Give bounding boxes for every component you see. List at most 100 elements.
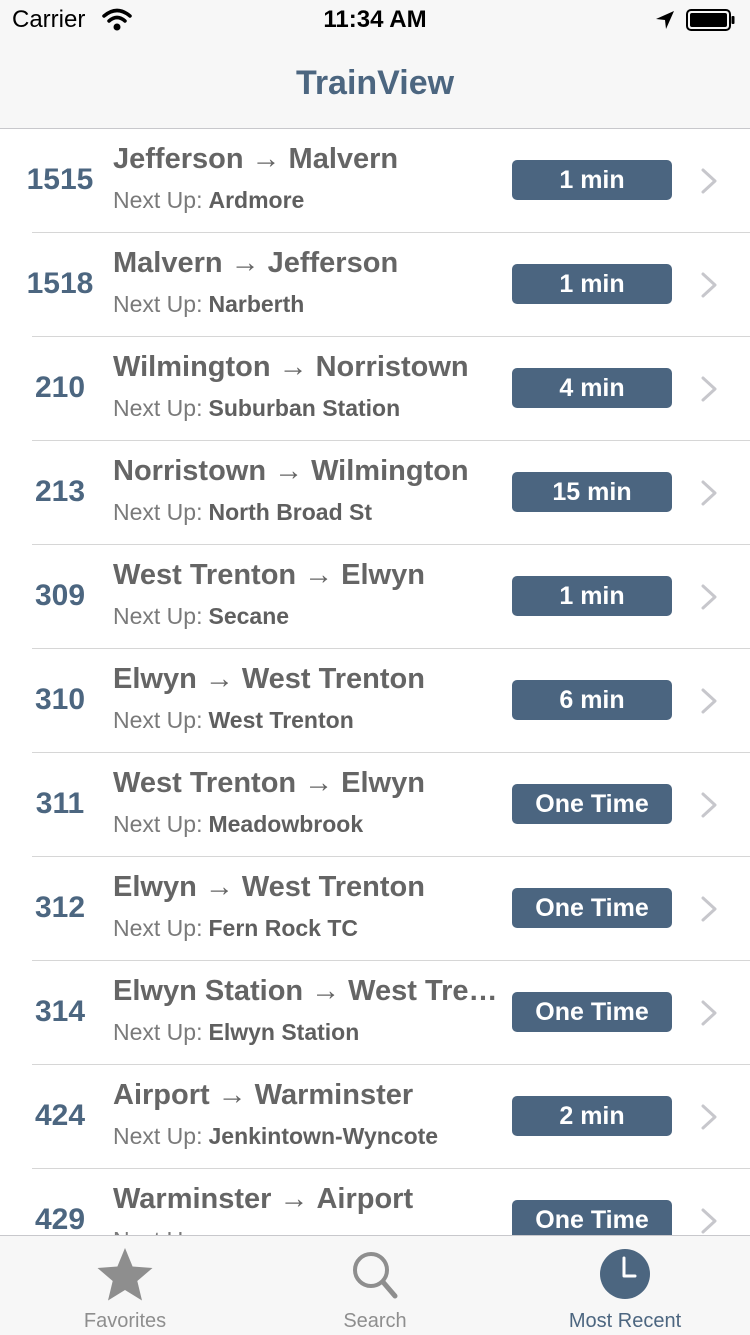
next-stop-label: Next Up:	[113, 1227, 202, 1235]
route-origin: Elwyn Station	[113, 975, 304, 1007]
next-stop: Next Up: Secane	[113, 603, 289, 630]
next-stop: Next Up: Elwyn Station	[113, 1019, 359, 1046]
chevron-right-icon	[701, 792, 717, 818]
next-stop: Next Up: West Trenton	[113, 707, 354, 734]
route-arrow-icon: →	[204, 871, 234, 903]
status-badge: 2 min	[512, 1096, 672, 1136]
status-badge: One Time	[512, 1200, 672, 1235]
status-badge: 1 min	[512, 576, 672, 616]
next-stop: Next Up: Jenkintown-Wyncote	[113, 1123, 438, 1150]
next-stop-label: Next Up:	[113, 603, 203, 629]
next-stop-value: Jenkintown-Wyncote	[208, 1123, 439, 1149]
train-route: Malvern → Jefferson	[113, 247, 498, 280]
route-destination: Wilmington	[311, 455, 469, 487]
chevron-right-icon	[701, 480, 717, 506]
next-stop: Next Up: Fern Rock TC	[113, 915, 358, 942]
route-destination: Jefferson	[267, 247, 399, 279]
train-row[interactable]: 310 Elwyn → West Trenton Next Up: West Trento…	[0, 649, 750, 753]
route-origin: Airport	[113, 1079, 210, 1111]
route-origin: Norristown	[113, 455, 267, 487]
status-badge: One Time	[512, 784, 672, 824]
location-arrow-icon	[656, 11, 674, 29]
train-row[interactable]: 309 West Trenton → Elwyn Next Up: Secane 1 min	[0, 545, 750, 649]
route-destination: West Trenton	[241, 871, 425, 903]
route-destination: Airport	[316, 1183, 414, 1215]
train-row[interactable]: 311 West Trenton → Elwyn Next Up: Meadowbrook…	[0, 753, 750, 857]
train-number: 311	[35, 787, 85, 820]
next-stop-value: North Broad St	[208, 499, 373, 525]
train-number: 429	[34, 1203, 86, 1235]
status-bar: Carrier 11:34 AM	[0, 0, 750, 40]
train-route: Wilmington → Norristown	[113, 351, 498, 384]
train-route: West Trenton → Elwyn	[113, 767, 498, 800]
search-icon	[353, 1252, 398, 1299]
tab-favorites[interactable]: Favorites	[0, 1236, 250, 1335]
route-arrow-icon: →	[230, 247, 260, 279]
next-stop-label: Next Up:	[113, 395, 203, 421]
route-origin: Malvern	[113, 247, 223, 279]
train-row[interactable]: 1518 Malvern → Jefferson Next Up: Narberth 1 m…	[0, 233, 750, 337]
train-row[interactable]: 312 Elwyn → West Trenton Next Up: Fern Rock T…	[0, 857, 750, 961]
next-stop-label: Next Up:	[113, 915, 203, 941]
route-origin: West Trenton	[113, 767, 297, 799]
tab-label: Most Recent	[568, 1310, 682, 1332]
star-icon	[97, 1248, 153, 1301]
route-destination: West Tren...	[348, 975, 498, 1007]
next-stop-value: Ardmore	[208, 187, 305, 213]
clock-icon	[600, 1249, 650, 1299]
train-number: 1518	[26, 267, 94, 300]
train-number: 213	[34, 475, 86, 508]
train-route: Norristown → Wilmington	[113, 455, 498, 488]
train-number: 309	[34, 579, 86, 612]
chevron-right-icon	[701, 896, 717, 922]
next-stop-label: Next Up:	[113, 187, 203, 213]
next-stop-label: Next Up:	[113, 707, 203, 733]
chevron-right-icon	[701, 1000, 717, 1026]
next-stop-value: Meadowbrook	[208, 811, 364, 837]
route-origin: Elwyn	[113, 871, 197, 903]
status-badge: 6 min	[512, 680, 672, 720]
train-route: Elwyn → West Trenton	[113, 871, 498, 904]
chevron-right-icon	[701, 584, 717, 610]
route-destination: Warminster	[254, 1079, 414, 1111]
train-route: Warminster → Airport	[113, 1183, 498, 1216]
tab-bar: Favorites Search Most Recent	[0, 1235, 750, 1335]
route-arrow-icon: →	[278, 351, 308, 383]
status-badge: 1 min	[512, 264, 672, 304]
route-origin: West Trenton	[113, 559, 297, 591]
train-route: West Trenton → Elwyn	[113, 559, 498, 592]
next-stop-value: Suburban Station	[208, 395, 401, 421]
train-number: 312	[34, 891, 86, 924]
train-number: 210	[34, 371, 86, 404]
train-list[interactable]: 1515 Jefferson → Malvern Next Up: Ardmore 1 mi…	[0, 129, 750, 1235]
clock-time: 11:34 AM	[323, 6, 427, 33]
status-badge: 1 min	[512, 160, 672, 200]
route-destination: Elwyn	[341, 767, 425, 799]
route-origin: Wilmington	[113, 351, 271, 383]
train-row[interactable]: 210 Wilmington → Norristown Next Up: Suburban…	[0, 337, 750, 441]
train-row[interactable]: 1515 Jefferson → Malvern Next Up: Ardmore 1 mi…	[0, 129, 750, 233]
train-row[interactable]: 213 Norristown → Wilmington Next Up: North Br…	[0, 441, 750, 545]
chevron-right-icon	[701, 168, 717, 194]
route-destination: Norristown	[315, 351, 469, 383]
tab-most-recent[interactable]: Most Recent	[500, 1236, 750, 1335]
next-stop: Next Up:	[113, 1227, 208, 1235]
train-number: 314	[34, 995, 86, 1028]
status-badge: One Time	[512, 888, 672, 928]
route-arrow-icon: →	[204, 663, 234, 695]
train-row[interactable]: 314 Elwyn Station → West Tren... Next Up: Elw…	[0, 961, 750, 1065]
chevron-right-icon	[701, 272, 717, 298]
train-row[interactable]: 424 Airport → Warminster Next Up: Jenkintown-…	[0, 1065, 750, 1169]
next-stop: Next Up: Narberth	[113, 291, 304, 318]
next-stop-label: Next Up:	[113, 499, 203, 525]
tab-search[interactable]: Search	[250, 1236, 500, 1335]
tab-label: Search	[343, 1310, 407, 1332]
train-row[interactable]: 429 Warminster→Airport Next Up: One Time	[0, 1169, 750, 1235]
next-stop-value: West Trenton	[208, 707, 354, 733]
next-stop-value: Narberth	[208, 291, 305, 317]
train-route: Elwyn → West Trenton	[113, 663, 498, 696]
train-number: 424	[34, 1099, 86, 1132]
route-origin: Warminster	[113, 1183, 272, 1215]
tab-label: Favorites	[83, 1310, 167, 1332]
page-title: TrainView	[295, 64, 455, 102]
